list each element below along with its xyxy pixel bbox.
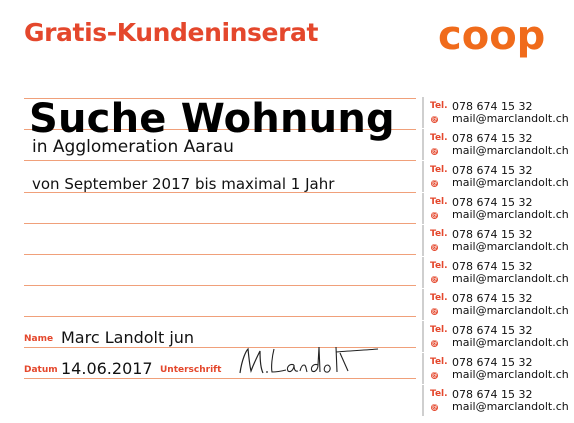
tear-off-tab[interactable]: Tel. 078 674 15 32 @ mail@marclandolt.ch xyxy=(422,321,574,352)
tab-divider xyxy=(422,385,424,416)
tel-label: Tel. xyxy=(430,293,448,303)
tel-label: Tel. xyxy=(430,357,448,367)
coop-logo: coop xyxy=(438,15,545,59)
at-icon: @ xyxy=(431,372,438,379)
tear-off-tab[interactable]: Tel. 078 674 15 32 @ mail@marclandolt.ch xyxy=(422,257,574,288)
email-address: mail@marclandolt.ch xyxy=(452,176,569,189)
tear-off-tab[interactable]: Tel. 078 674 15 32 @ mail@marclandolt.ch xyxy=(422,97,574,128)
at-icon: @ xyxy=(431,340,438,347)
tab-divider xyxy=(422,225,424,256)
email-address: mail@marclandolt.ch xyxy=(452,272,569,285)
email-address: mail@marclandolt.ch xyxy=(452,112,569,125)
rule-line xyxy=(24,223,416,224)
tab-divider xyxy=(422,353,424,384)
tab-divider xyxy=(422,161,424,192)
tear-off-tab[interactable]: Tel. 078 674 15 32 @ mail@marclandolt.ch xyxy=(422,129,574,160)
tel-label: Tel. xyxy=(430,133,448,143)
rule-line xyxy=(24,316,416,317)
rule-line xyxy=(24,254,416,255)
ad-form-title: Gratis-Kundeninserat xyxy=(24,18,319,47)
email-address: mail@marclandolt.ch xyxy=(452,240,569,253)
tear-off-tab[interactable]: Tel. 078 674 15 32 @ mail@marclandolt.ch xyxy=(422,289,574,320)
tab-divider xyxy=(422,193,424,224)
ad-headline: Suche Wohnung xyxy=(29,96,395,142)
tab-divider xyxy=(422,129,424,160)
email-address: mail@marclandolt.ch xyxy=(452,336,569,349)
tear-off-tab[interactable]: Tel. 078 674 15 32 @ mail@marclandolt.ch xyxy=(422,353,574,384)
tab-divider xyxy=(422,289,424,320)
tel-label: Tel. xyxy=(430,389,448,399)
tel-label: Tel. xyxy=(430,229,448,239)
at-icon: @ xyxy=(431,404,438,411)
tab-divider xyxy=(422,97,424,128)
email-address: mail@marclandolt.ch xyxy=(452,304,569,317)
coop-logo-text: coop xyxy=(438,15,545,59)
tel-label: Tel. xyxy=(430,101,448,111)
rule-line xyxy=(24,160,416,161)
tel-label: Tel. xyxy=(430,325,448,335)
email-address: mail@marclandolt.ch xyxy=(452,208,569,221)
at-icon: @ xyxy=(431,180,438,187)
ad-subline: in Agglomeration Aarau xyxy=(32,137,234,157)
rule-line xyxy=(24,285,416,286)
at-icon: @ xyxy=(431,212,438,219)
tab-divider xyxy=(422,321,424,352)
at-icon: @ xyxy=(431,116,438,123)
email-address: mail@marclandolt.ch xyxy=(452,368,569,381)
tel-label: Tel. xyxy=(430,165,448,175)
at-icon: @ xyxy=(431,148,438,155)
date-value: 14.06.2017 xyxy=(61,359,153,378)
signature-label: Unterschrift xyxy=(160,365,222,375)
tel-label: Tel. xyxy=(430,261,448,271)
name-label: Name xyxy=(24,334,54,344)
name-value: Marc Landolt jun xyxy=(61,328,195,347)
at-icon: @ xyxy=(431,308,438,315)
ad-detail: von September 2017 bis maximal 1 Jahr xyxy=(32,175,335,193)
tear-off-tab[interactable]: Tel. 078 674 15 32 @ mail@marclandolt.ch xyxy=(422,193,574,224)
email-address: mail@marclandolt.ch xyxy=(452,400,569,413)
signature xyxy=(239,346,379,374)
at-icon: @ xyxy=(431,276,438,283)
tear-off-tab[interactable]: Tel. 078 674 15 32 @ mail@marclandolt.ch xyxy=(422,225,574,256)
tab-divider xyxy=(422,257,424,288)
tear-off-tab[interactable]: Tel. 078 674 15 32 @ mail@marclandolt.ch xyxy=(422,385,574,416)
tear-off-tabs: Tel. 078 674 15 32 @ mail@marclandolt.ch… xyxy=(422,97,574,417)
date-label: Datum xyxy=(24,365,58,375)
at-icon: @ xyxy=(431,244,438,251)
tear-off-tab[interactable]: Tel. 078 674 15 32 @ mail@marclandolt.ch xyxy=(422,161,574,192)
tel-label: Tel. xyxy=(430,197,448,207)
email-address: mail@marclandolt.ch xyxy=(452,144,569,157)
